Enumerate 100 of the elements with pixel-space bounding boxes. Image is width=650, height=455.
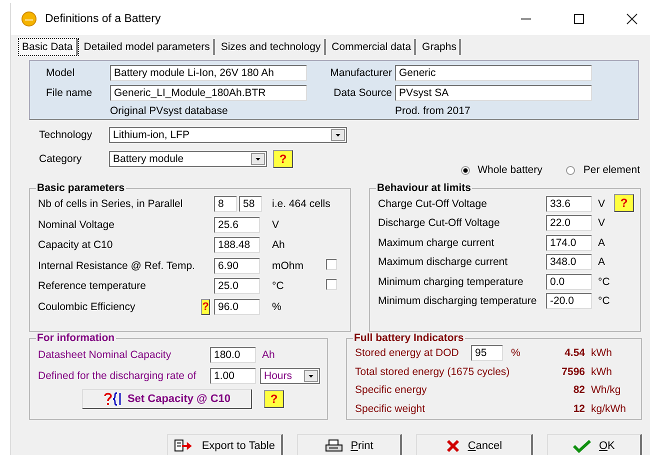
value-field[interactable]: 180.0 [210, 346, 256, 362]
export-icon [174, 439, 194, 453]
unit-label: V [271, 218, 280, 231]
value-field[interactable]: 22.0 [546, 215, 592, 232]
technology-dropdown[interactable]: Lithium-ion, LFP [109, 127, 347, 143]
printer-icon [324, 439, 343, 453]
parameter-label: Capacity at C10 [38, 239, 114, 252]
help-button[interactable]: ? [264, 390, 284, 408]
unit-label: Ah [271, 239, 286, 252]
unit-label: °C [271, 280, 285, 292]
parameter-label: Defined for the discharging rate of [38, 370, 198, 382]
help-button[interactable]: ? [614, 194, 634, 212]
check-icon [572, 439, 591, 453]
help-button[interactable]: ? [273, 150, 293, 168]
value-field[interactable]: 25.6 [214, 216, 260, 233]
indicator-label: Specific weight [355, 402, 426, 415]
value-field[interactable]: 58 [239, 196, 262, 212]
cancel-button[interactable]: Cancel [416, 434, 533, 455]
value-field[interactable]: -20.0 [546, 293, 592, 310]
caret-icon [331, 129, 345, 141]
production-note: Prod. from 2017 [395, 105, 472, 117]
unit-label: A [597, 256, 606, 268]
radio-option[interactable]: Per element [566, 164, 640, 176]
checkbox[interactable] [326, 279, 337, 290]
parameter-label: Nb of cells in Series, in Parallel [38, 198, 184, 210]
caret-icon [251, 153, 265, 165]
field-label: Technology [39, 129, 94, 141]
unit-label: mOhm [271, 260, 304, 272]
tab[interactable]: Basic Data [19, 39, 78, 55]
group-title: For information [36, 332, 116, 344]
text-field[interactable]: Battery module Li-Ion, 26V 180 Ah [110, 65, 307, 81]
value-field[interactable]: 1.00 [210, 368, 256, 384]
unit-label: V [597, 198, 606, 210]
radio-button[interactable] [460, 166, 470, 174]
parameter-label: Nominal Voltage [38, 218, 116, 231]
field-label: Category [39, 153, 83, 165]
indicator-value: 4.54 [564, 347, 585, 360]
value-field[interactable]: 96.0 [214, 298, 260, 315]
unit-label: Ah [261, 348, 276, 360]
radio-button[interactable] [566, 166, 576, 174]
unit-label: A [597, 236, 606, 249]
app-icon [21, 11, 37, 27]
value-field[interactable]: 33.6 [546, 196, 592, 212]
maximize-icon[interactable] [573, 13, 585, 25]
indicator-label: Total stored energy (1675 cycles) [355, 366, 510, 378]
caret-icon [304, 370, 318, 382]
close-icon[interactable] [626, 13, 638, 25]
dod-field[interactable]: 95 [471, 345, 503, 362]
value-field[interactable]: 348.0 [546, 254, 592, 270]
indicator-label: Stored energy at DOD [355, 347, 460, 360]
unit-label: kWh [590, 366, 613, 378]
parameter-label: Internal Resistance @ Ref. Temp. [38, 260, 196, 272]
field-label: Model [46, 67, 76, 79]
parameter-label: Minimum discharging temperature [378, 295, 538, 308]
field-label: Data Source [332, 87, 393, 99]
print-button[interactable]: Print [297, 434, 402, 455]
text-field[interactable]: Generic [395, 65, 592, 81]
radio-label: Per element [583, 164, 640, 176]
parameter-label: Discharge Cut-Off Voltage [378, 217, 501, 230]
source-note: Original PVsyst database [110, 105, 229, 117]
parameter-label: Reference temperature [38, 280, 147, 292]
ok-button[interactable]: OK [546, 434, 642, 455]
indicator-value: 12 [572, 402, 585, 415]
value-field[interactable]: 25.0 [214, 278, 260, 294]
cross-icon [446, 439, 460, 453]
value-field[interactable]: 174.0 [546, 234, 592, 251]
parameter-label: Maximum discharge current [378, 256, 509, 268]
parameter-label: Datasheet Nominal Capacity [38, 348, 172, 360]
text-field[interactable]: Generic_LI_Module_180Ah.BTR [110, 85, 307, 101]
field-label: File name [46, 87, 94, 99]
indicator-value: 82 [572, 384, 585, 396]
unit-label: °C [597, 295, 611, 308]
category-dropdown[interactable]: Battery module [109, 151, 267, 167]
field-label: Manufacturer [329, 67, 393, 79]
help-button[interactable]: ? [201, 298, 210, 315]
group-title: Full battery Indicators [353, 332, 465, 344]
value-field[interactable]: 6.90 [214, 258, 260, 274]
export-button[interactable]: Export to Table [167, 434, 283, 455]
unit-dropdown[interactable]: Hours [260, 368, 320, 384]
value-field[interactable]: 0.0 [546, 274, 592, 290]
window-title: Definitions of a Battery [45, 13, 161, 25]
text-field[interactable]: PVsyst SA [395, 85, 592, 101]
radio-label: Whole battery [478, 164, 542, 176]
parameter-label: Coulombic Efficiency [38, 300, 136, 313]
indicator-value: 7596 [560, 366, 585, 378]
checkbox[interactable] [326, 258, 337, 270]
parameter-label: Charge Cut-Off Voltage [378, 198, 488, 210]
set-capacity-button[interactable]: Set Capacity @ C10 [82, 388, 252, 408]
unit-label: kWh [590, 347, 613, 360]
unit-label: % [271, 300, 282, 313]
unit-label: V [597, 217, 606, 230]
radio-option[interactable]: Whole battery [460, 164, 542, 176]
indicator-label: Specific energy [355, 384, 428, 396]
parameter-label: Minimum charging temperature [378, 276, 524, 288]
unit-label: °C [597, 276, 611, 288]
question-bracket-icon [103, 392, 124, 406]
value-field[interactable]: 188.48 [214, 237, 260, 254]
unit-label: % [510, 347, 522, 360]
value-field[interactable]: 8 [214, 196, 237, 212]
parameter-label: Maximum charge current [378, 236, 496, 249]
